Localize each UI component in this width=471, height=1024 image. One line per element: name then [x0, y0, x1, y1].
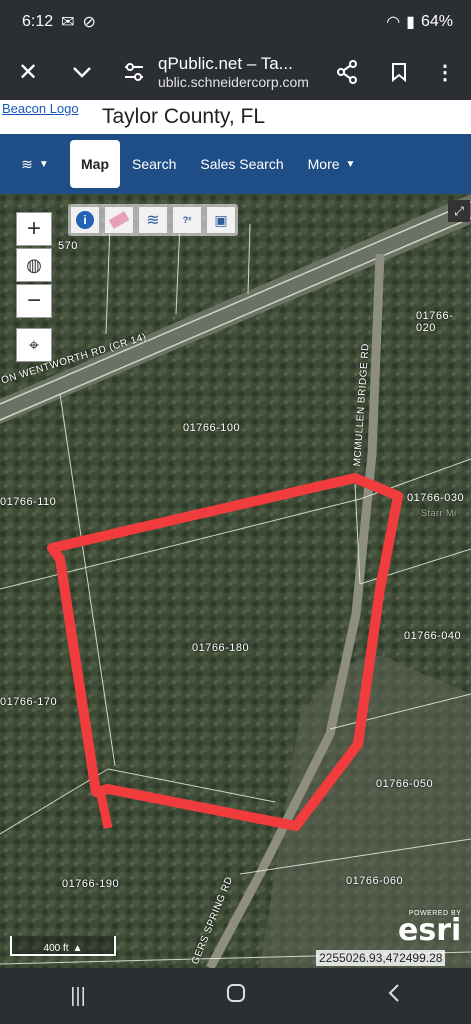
browser-toolbar: ✕ qPublic.net – Ta... ublic.schneidercor…	[0, 44, 471, 100]
battery-level: 64%	[420, 13, 453, 30]
layers-icon: ≋	[21, 155, 33, 172]
identify-tool[interactable]: i	[70, 206, 100, 234]
layers-menu[interactable]: ≋ ▼	[0, 156, 70, 173]
parcel-label: 01766-050	[376, 778, 434, 790]
faint-place-label: Starr Mi	[421, 508, 457, 518]
zoom-out-button[interactable]: −	[16, 284, 52, 318]
signal-icon: ▮	[406, 14, 415, 31]
block-icon: ⊘	[82, 14, 96, 31]
parcel-label: 01766-110	[0, 496, 57, 508]
county-title: Taylor County, FL	[102, 105, 266, 128]
nav-map[interactable]: Map	[70, 140, 120, 188]
parcel-label: 01766-030	[407, 492, 465, 504]
eraser-tool[interactable]	[104, 206, 134, 234]
more-menu-icon[interactable]: ⋮	[425, 52, 465, 92]
page-title-url[interactable]: qPublic.net – Ta... ublic.schneidercorp.…	[154, 54, 327, 90]
map-view[interactable]: + ◍ − ⌖ i ≋ ?² ▣ ⤢ 570 01766-020 01766-1…	[0, 194, 471, 968]
map-tools: i ≋ ?² ▣	[68, 204, 238, 236]
status-bar: 6:12 ✉ ⊘ ◠ ▮ 64%	[0, 0, 471, 44]
parcel-label: 570	[58, 240, 78, 252]
parcel-label: 01766-060	[346, 875, 404, 887]
clock: 6:12	[22, 13, 54, 30]
home-icon[interactable]	[226, 983, 246, 1009]
chevron-down-icon: ▼	[345, 158, 356, 170]
beacon-logo[interactable]: Beacon Logo	[2, 101, 98, 116]
expand-icon: ⤢	[454, 203, 464, 218]
page-settings-icon[interactable]	[114, 52, 154, 92]
parcel-label: 01766-190	[62, 878, 120, 890]
gmail-icon: ✉	[61, 14, 75, 31]
globe-button[interactable]: ◍	[16, 248, 52, 282]
nav-sales-search[interactable]: Sales Search	[188, 140, 295, 188]
tab-title: qPublic.net – Ta...	[158, 54, 293, 73]
zoom-in-button[interactable]: +	[16, 212, 52, 246]
parcel-label: 01766-170	[0, 696, 58, 708]
aerial-imagery	[0, 194, 471, 968]
parcel-label: 01766-180	[192, 642, 250, 654]
close-icon[interactable]: ✕	[8, 52, 48, 92]
bookmark-icon[interactable]	[379, 52, 419, 92]
wifi-icon: ◠	[386, 14, 401, 31]
esri-attribution: POWERED BY esri	[398, 910, 462, 948]
layers-icon: ≋	[146, 212, 160, 229]
print-tool[interactable]: ▣	[206, 206, 236, 234]
info-icon: i	[76, 211, 94, 229]
esri-logo: esri	[398, 913, 462, 948]
nav-search[interactable]: Search	[120, 140, 188, 188]
print-icon: ▣	[214, 211, 228, 228]
locate-button[interactable]: ⌖	[16, 328, 52, 362]
recent-apps-icon[interactable]: |||	[70, 985, 86, 1008]
parcel-label: 01766-040	[404, 630, 462, 642]
nav-more-label: More	[307, 156, 340, 172]
scale-bar: 400 ft ▲	[10, 936, 116, 956]
layers-tool[interactable]: ≋	[138, 206, 168, 234]
chevron-down-icon: ▼	[38, 158, 49, 170]
main-nav: ≋ ▼ Map Search Sales Search More ▼	[0, 134, 471, 194]
parcel-label: 01766-100	[183, 422, 241, 434]
expand-button[interactable]: ⤢	[448, 200, 470, 222]
eraser-icon	[108, 211, 130, 229]
site-banner: Beacon Logo Taylor County, FL	[0, 100, 471, 134]
back-icon[interactable]	[387, 983, 401, 1009]
ruler-icon: ?²	[182, 215, 192, 225]
scale-label: 400 ft	[43, 943, 69, 954]
chevron-down-icon[interactable]	[62, 52, 102, 92]
nav-more[interactable]: More ▼	[296, 140, 368, 188]
android-nav-bar: |||	[0, 968, 471, 1024]
measure-tool[interactable]: ?²	[172, 206, 202, 234]
url-text: ublic.schneidercorp.com	[158, 74, 309, 90]
triangle-icon: ▲	[72, 943, 83, 954]
share-icon[interactable]	[327, 52, 367, 92]
parcel-label: 01766-020	[416, 310, 454, 334]
coordinate-readout: 2255026.93,472499.28	[316, 950, 446, 966]
